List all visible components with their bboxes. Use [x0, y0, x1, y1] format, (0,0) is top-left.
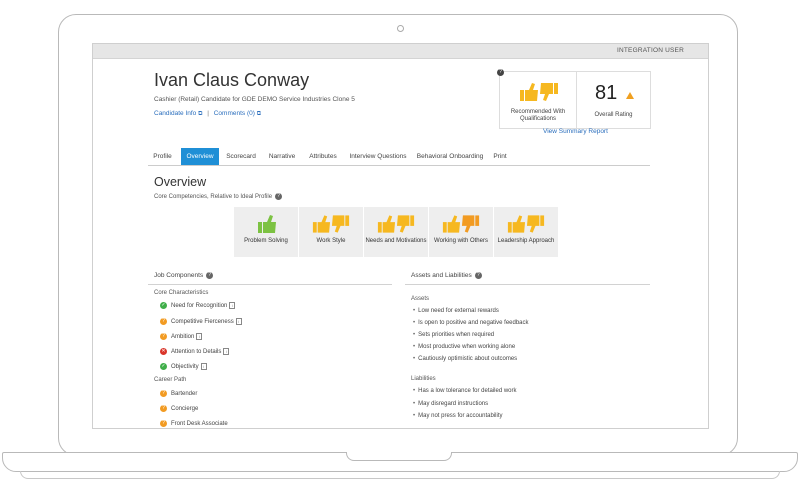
link-separator: | — [207, 110, 209, 117]
warning-icon — [626, 92, 634, 99]
competency-problem-solving[interactable]: Problem Solving — [234, 207, 298, 257]
list-item[interactable]: ✓ Objectivity i — [160, 363, 207, 371]
competency-label: Needs and Motivations — [365, 238, 427, 244]
overall-rating-value: 81 — [595, 82, 618, 104]
competency-label: Working with Others — [434, 238, 488, 244]
question-icon: ? — [160, 318, 167, 325]
laptop-foot — [20, 471, 780, 479]
liabilities-heading: Liabilities — [411, 376, 436, 382]
info-icon[interactable]: i — [229, 302, 236, 309]
list-item[interactable]: ? Bartender — [160, 390, 197, 398]
list-item[interactable]: ? Concierge — [160, 405, 198, 413]
competency-needs-and-motivations[interactable]: Needs and Motivations — [364, 207, 428, 257]
list-item: Most productive when working alone — [413, 344, 515, 350]
external-link-icon: ⧉ — [256, 111, 262, 117]
competency-label: Problem Solving — [244, 238, 288, 244]
career-path-heading: Career Path — [154, 377, 187, 383]
top-bar: INTEGRATION USER — [93, 44, 708, 59]
tab-attributes[interactable]: Attributes — [303, 148, 343, 165]
help-icon[interactable]: ? — [206, 272, 214, 279]
info-icon[interactable]: i — [200, 363, 207, 370]
list-item: Is open to positive and negative feedbac… — [413, 320, 528, 326]
list-item: Has a low tolerance for detailed work — [413, 388, 516, 394]
job-components-heading: Job Components? — [154, 272, 214, 279]
recommendation-panel: ? Recommended With Qualifications — [497, 69, 577, 128]
help-icon[interactable]: ? — [275, 193, 283, 200]
question-icon: ? — [160, 405, 167, 412]
info-icon[interactable]: i — [235, 318, 242, 325]
list-item[interactable]: ✓ Need for Recognition i — [160, 302, 236, 310]
candidate-name: Ivan Claus Conway — [154, 70, 310, 90]
divider — [405, 284, 650, 285]
help-icon[interactable]: ? — [497, 69, 504, 76]
check-icon: ✓ — [160, 302, 167, 309]
tab-scorecard[interactable]: Scorecard — [222, 148, 260, 165]
assets-liabilities-heading: Assets and Liabilities? — [411, 272, 482, 279]
list-item: Sets priorities when required — [413, 332, 494, 338]
list-item[interactable]: ? Front Desk Associate — [160, 420, 228, 428]
comments-link[interactable]: Comments (0) ⧉ — [214, 110, 261, 117]
page-title: Overview — [154, 175, 207, 189]
cross-icon: ✕ — [160, 348, 167, 355]
tab-bar: Profile Overview Scorecard Narrative Att… — [148, 148, 650, 166]
recommendation-label: Recommended With Qualifications — [510, 109, 566, 122]
core-characteristics-heading: Core Characteristics — [154, 290, 209, 296]
thumbs-up-icon — [258, 215, 276, 233]
candidate-subtitle: Cashier (Retail) Candidate for GDE DEMO … — [154, 96, 355, 103]
competency-work-style[interactable]: Work Style — [299, 207, 363, 257]
external-link-icon: ⧉ — [198, 111, 203, 117]
info-icon[interactable]: i — [196, 333, 203, 340]
core-competencies-label: Core Competencies, Relative to Ideal Pro… — [154, 193, 283, 200]
candidate-info-link[interactable]: Candidate Info ⧉ — [154, 110, 202, 117]
question-icon: ? — [160, 390, 167, 397]
tab-overview[interactable]: Overview — [181, 148, 219, 165]
overall-rating-panel: 81 Overall Rating — [577, 72, 650, 128]
help-icon[interactable]: ? — [474, 272, 482, 279]
thumbs-mixed-icon — [377, 215, 415, 233]
info-icon[interactable]: i — [223, 348, 230, 355]
list-item: Low need for external rewards — [413, 308, 499, 314]
candidate-links: Candidate Info ⧉ | Comments (0) ⧉ — [154, 110, 261, 118]
question-icon: ? — [160, 420, 167, 427]
competency-leadership-approach[interactable]: Leadership Approach — [494, 207, 558, 257]
camera-icon — [397, 25, 404, 32]
tab-print[interactable]: Print — [489, 148, 511, 165]
thumbs-mixed-icon — [312, 215, 350, 233]
assets-heading: Assets — [411, 296, 430, 302]
summary-box: ? Recommended With Qualifications 81 Ove… — [497, 69, 651, 129]
tab-profile[interactable]: Profile — [148, 148, 177, 165]
view-summary-report-link[interactable]: View Summary Report — [543, 128, 608, 135]
thumbs-mixed-icon — [442, 215, 480, 233]
competency-working-with-others[interactable]: Working with Others — [429, 207, 493, 257]
tab-behavioral-onboarding[interactable]: Behavioral Onboarding — [414, 148, 486, 165]
question-icon: ? — [160, 333, 167, 340]
thumbs-mixed-icon — [520, 83, 558, 101]
check-icon: ✓ — [160, 363, 167, 370]
overall-rating-label: Overall Rating — [594, 112, 633, 118]
list-item: May not press for accountability — [413, 413, 502, 419]
laptop-notch — [346, 452, 452, 461]
list-item[interactable]: ? Competitive Fierceness i — [160, 318, 242, 326]
user-menu[interactable]: INTEGRATION USER — [617, 47, 684, 54]
divider — [148, 284, 392, 285]
competency-label: Work Style — [316, 238, 346, 244]
list-item[interactable]: ? Ambition i — [160, 333, 203, 341]
list-item: Cautiously optimistic about outcomes — [413, 356, 517, 362]
list-item: May disregard instructions — [413, 401, 488, 407]
thumbs-mixed-icon — [507, 215, 545, 233]
competency-label: Leadership Approach — [497, 238, 555, 244]
list-item[interactable]: ✕ Attention to Details i — [160, 348, 230, 356]
app-screen: INTEGRATION USER Ivan Claus Conway Cashi… — [92, 43, 709, 429]
tab-narrative[interactable]: Narrative — [263, 148, 301, 165]
tab-interview-questions[interactable]: Interview Questions — [347, 148, 409, 165]
